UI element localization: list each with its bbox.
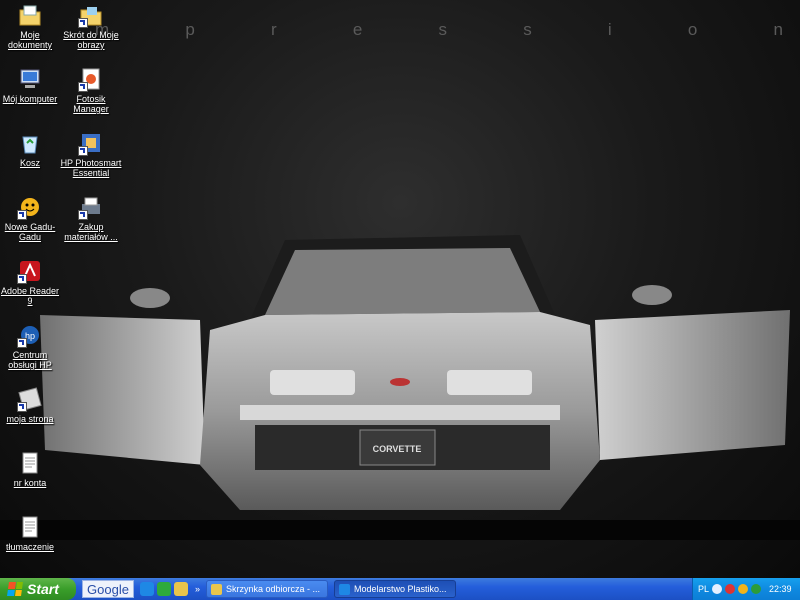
desktop-icon[interactable]: Adobe Reader 9 [0,258,62,306]
messenger-icon[interactable] [157,582,171,596]
gadu-gadu-icon [17,194,43,220]
wallpaper-letter: n [773,20,785,39]
desktop-icon-label: Skrót do Moje obrazy [63,30,119,50]
wallpaper-letter: p [185,20,197,39]
printer-supplies-icon [78,194,104,220]
desktop-icon[interactable]: hp Centrum obsługi HP [0,322,62,370]
desktop-icon[interactable]: Skrót do Moje obrazy [59,2,123,50]
desktop-icon-label: Moje dokumenty [7,30,53,50]
text-document-icon [17,514,43,540]
desktop-icon-label: Zakup materiałów ... [64,222,118,242]
shortcut-arrow-icon [78,146,88,156]
quick-launch-overflow[interactable]: » [195,584,200,594]
system-tray: PL 22:39 [692,578,800,600]
task-label: Modelarstwo Plastiko... [354,584,447,594]
svg-text:CORVETTE: CORVETTE [373,444,422,454]
windows-logo-icon [7,582,23,596]
task-button-mail[interactable]: Skrzynka odbiorcza - ... [206,580,329,598]
wallpaper-letter: e [352,20,365,39]
taskbar: Start Google » Skrzynka odbiorcza - ... … [0,578,800,600]
hp-solution-center-icon: hp [17,322,43,348]
task-button-browser[interactable]: Modelarstwo Plastiko... [334,580,457,598]
desktop-icon[interactable]: Mój komputer [0,66,62,104]
fotosik-icon [78,66,104,92]
my-pictures-folder-icon [78,2,104,28]
desktop-icon-label: tłumaczenie [5,542,55,552]
desktop-icon-label: Kosz [19,158,40,168]
ie-icon [339,583,351,595]
desktop-icon-label: moja strona [6,414,54,424]
wallpaper-letter: o [687,20,700,39]
gadu-icon[interactable] [738,584,749,594]
start-button[interactable]: Start [0,578,76,600]
desktop-icon[interactable]: Zakup materiałów ... [59,194,123,242]
start-label: Start [27,581,59,597]
wallpaper-text: m p r e s s i o n [95,20,785,40]
shortcut-arrow-icon [78,18,88,28]
desktop-icon[interactable]: Kosz [0,130,62,168]
desktop-icon-label: Centrum obsługi HP [8,350,52,370]
shortcut-arrow-icon [17,274,27,284]
desktop-icon-label: Fotosik Manager [73,94,109,114]
desktop-icon[interactable]: moja strona [0,386,62,424]
desktop-icon[interactable]: HP Photosmart Essential [59,130,123,178]
outlook-icon[interactable] [174,582,188,596]
adobe-reader-icon [17,258,43,284]
desktop-icon[interactable]: nr konta [0,450,62,488]
desktop-icon[interactable]: Fotosik Manager [59,66,123,114]
outlook-icon [211,583,223,595]
clock[interactable]: 22:39 [769,584,792,594]
desktop-icon[interactable]: Moje dokumenty [0,2,62,50]
wallpaper-letter: s [523,20,534,39]
recycle-bin-icon [17,130,43,156]
task-label: Skrzynka odbiorcza - ... [226,584,321,594]
google-toolbar[interactable]: Google [82,580,134,598]
web-shortcut-icon [17,386,43,412]
desktop: m p r e s s i o n CORVETTE Moje dokument… [0,0,800,578]
desktop-icon-label: Nowe Gadu-Gadu [4,222,56,242]
desktop-icon[interactable]: Nowe Gadu-Gadu [0,194,62,242]
desktop-icon-label: nr konta [13,478,47,488]
wallpaper-letter: r [271,20,279,39]
desktop-icon-label: Mój komputer [2,94,58,104]
wallpaper-letter: i [607,20,614,39]
ie-icon[interactable] [140,582,154,596]
my-documents-icon [17,2,43,28]
help-icon[interactable] [712,584,723,594]
shortcut-arrow-icon [78,82,88,92]
shortcut-arrow-icon [17,338,27,348]
wallpaper-letter: s [438,20,450,39]
my-computer-icon [17,66,43,92]
desktop-icon-label: HP Photosmart Essential [60,158,122,178]
shortcut-arrow-icon [78,210,88,220]
network-icon[interactable] [751,584,762,594]
security-icon[interactable] [725,584,736,594]
language-indicator[interactable]: PL [698,584,709,594]
shortcut-arrow-icon [17,402,27,412]
quick-launch: » [140,582,200,596]
desktop-icon-label: Adobe Reader 9 [0,286,60,306]
desktop-icon[interactable]: tłumaczenie [0,514,62,552]
hp-photosmart-icon [78,130,104,156]
text-document-icon [17,450,43,476]
corvette-wallpaper-image: CORVETTE [0,235,800,540]
shortcut-arrow-icon [17,210,27,220]
